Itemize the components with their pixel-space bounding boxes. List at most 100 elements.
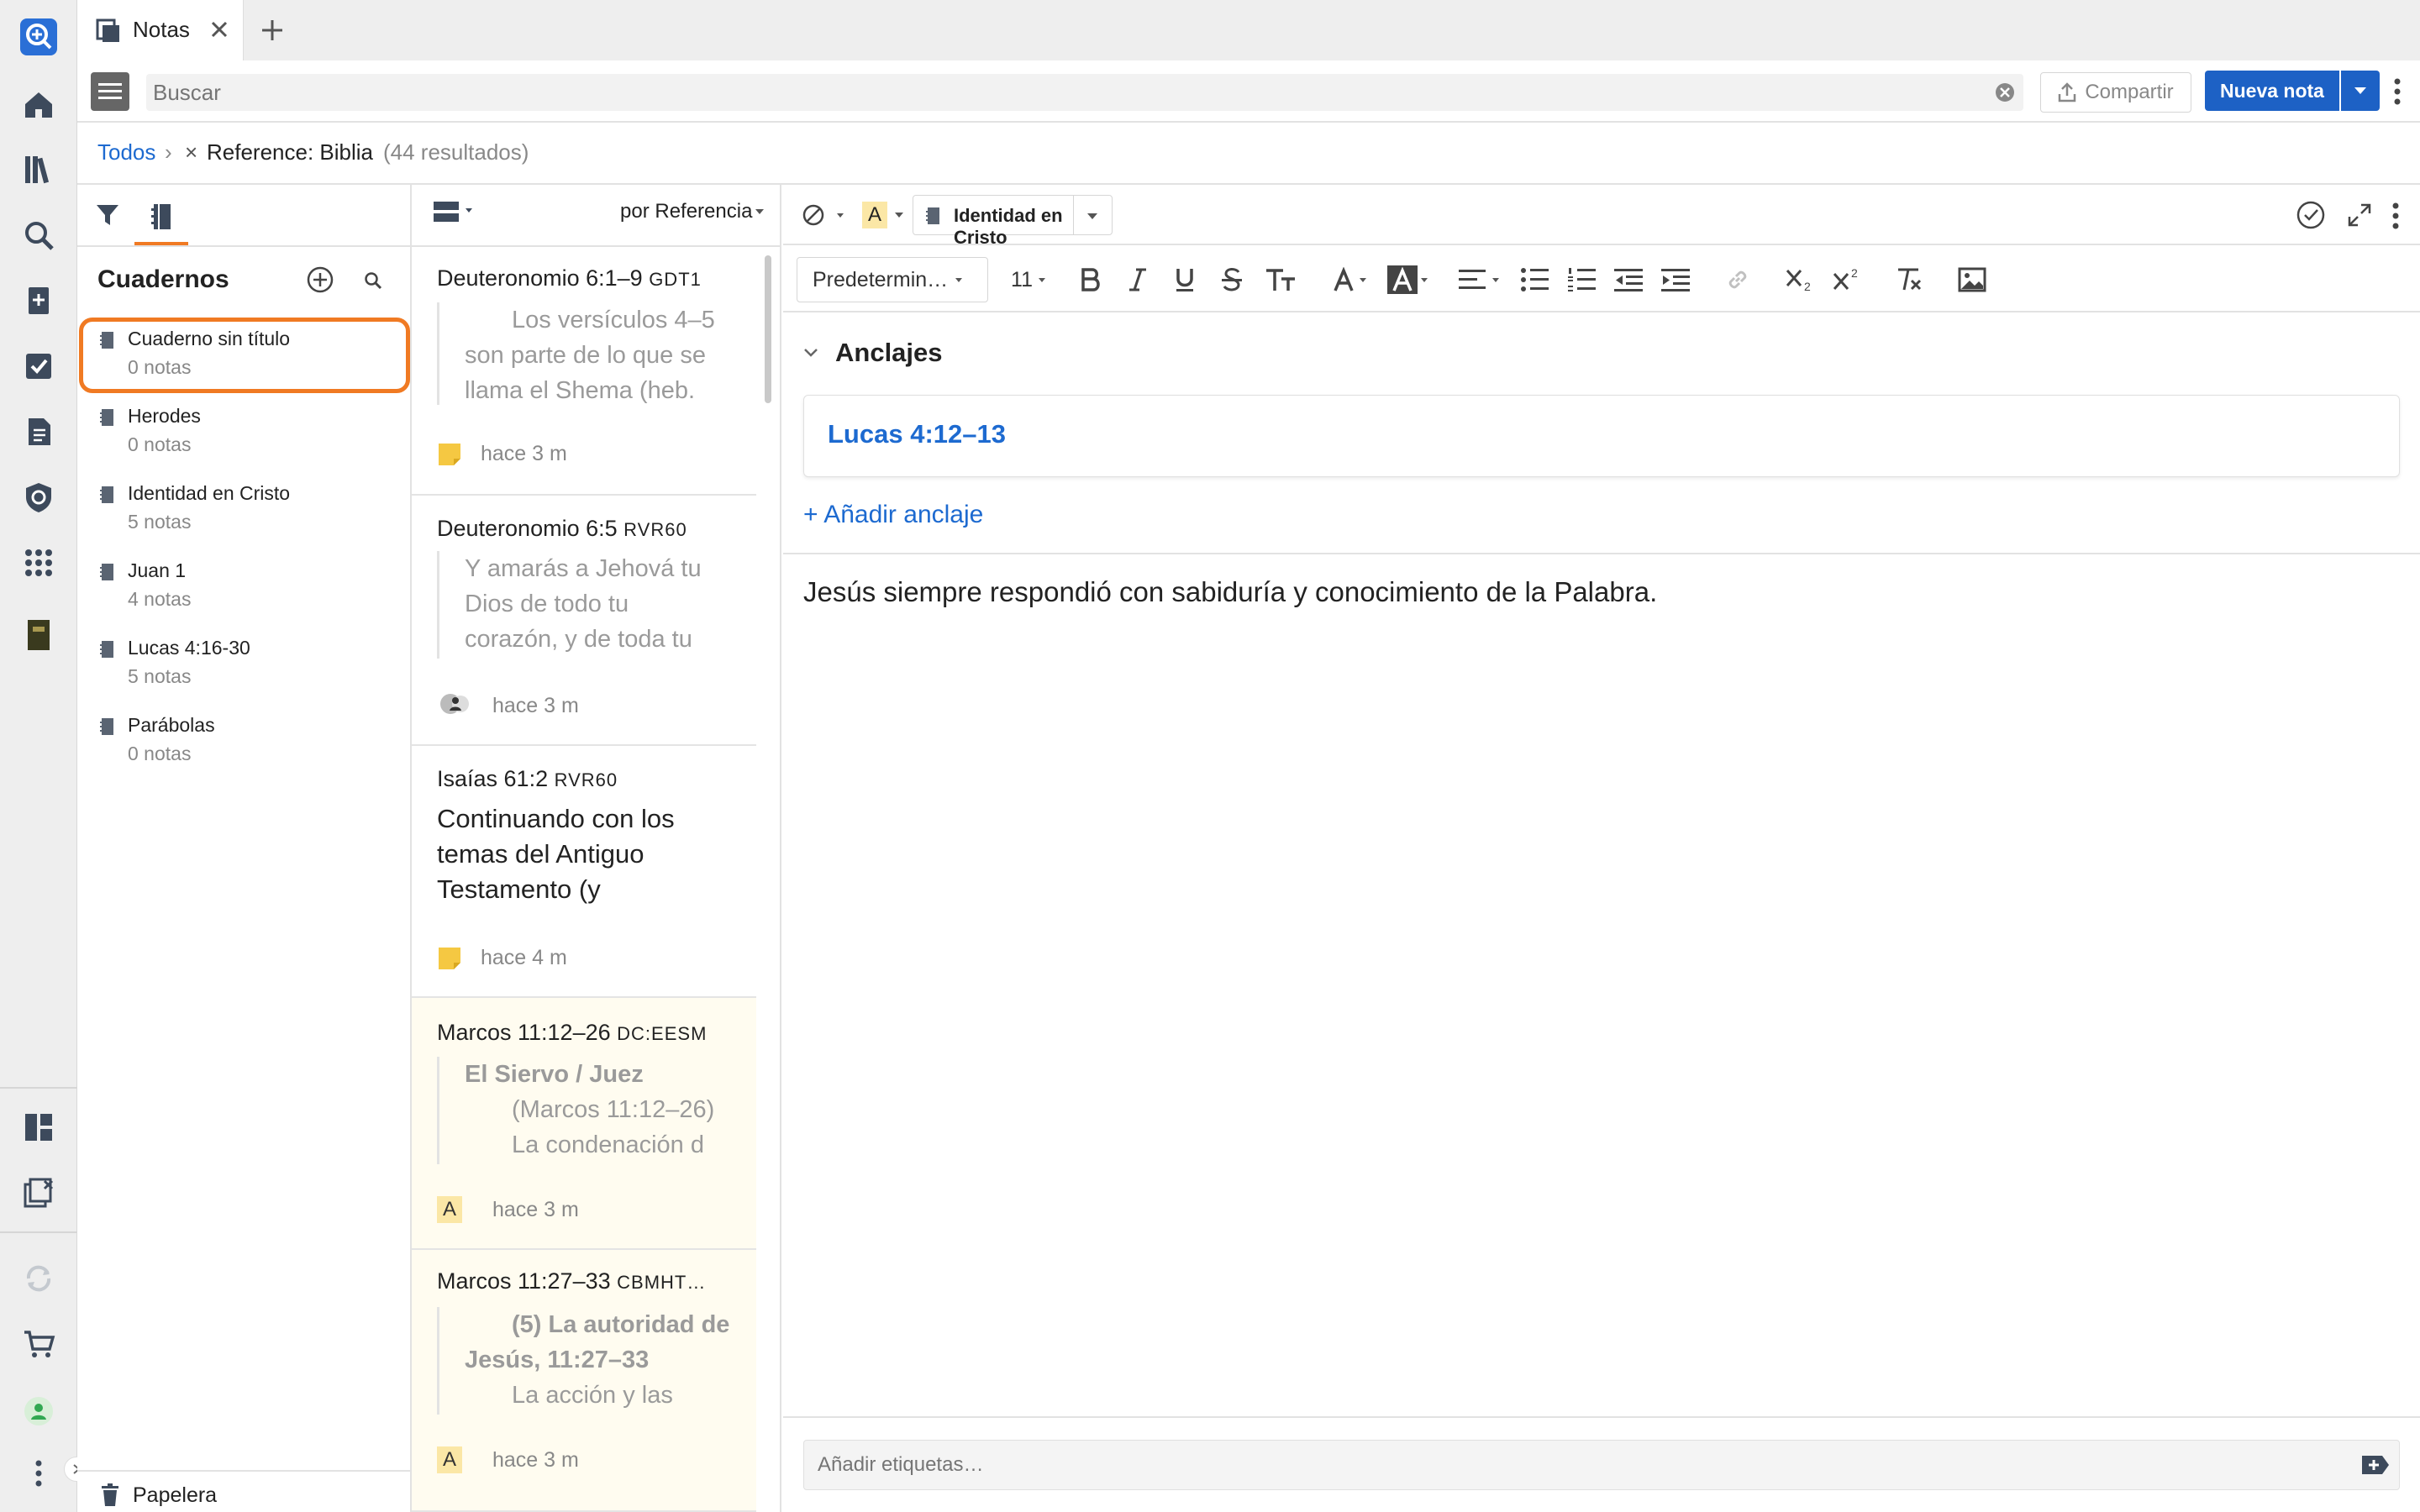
underline-button[interactable] bbox=[1168, 260, 1202, 299]
note-card[interactable]: Marcos 11:12–26 DC:EESM El Siervo / Juez… bbox=[412, 998, 756, 1250]
expand-icon[interactable] bbox=[2348, 203, 2371, 227]
close-tab-icon[interactable] bbox=[208, 18, 230, 40]
remove-filter-icon[interactable]: × bbox=[185, 139, 197, 165]
notebook-icon bbox=[99, 717, 114, 736]
editor-more-icon[interactable] bbox=[2391, 202, 2400, 230]
document-icon[interactable] bbox=[18, 412, 59, 452]
clear-search-icon[interactable] bbox=[1995, 82, 2015, 102]
paragraph-style-select[interactable]: Predetermin… bbox=[797, 257, 988, 302]
done-icon[interactable] bbox=[2296, 200, 2326, 230]
add-document-icon[interactable] bbox=[18, 281, 59, 321]
add-notebook-icon[interactable] bbox=[306, 265, 334, 294]
font-size-select[interactable]: 11 bbox=[1005, 260, 1052, 299]
library-icon[interactable] bbox=[18, 150, 59, 190]
numbered-list-button[interactable] bbox=[1565, 260, 1598, 299]
highlight-color-button[interactable] bbox=[1385, 260, 1432, 299]
version-abbrev: DC:EESM bbox=[617, 1023, 708, 1044]
layout-icon[interactable] bbox=[18, 1107, 59, 1147]
search-icon[interactable] bbox=[18, 215, 59, 255]
insert-image-button[interactable] bbox=[1954, 260, 1990, 299]
notebook-item[interactable]: Parábolas 0 notas bbox=[77, 706, 412, 783]
note-card[interactable]: Isaías 61:2 RVR60 Continuando con los te… bbox=[412, 746, 756, 998]
anchor-card[interactable]: Lucas 4:12–13 bbox=[803, 395, 2400, 477]
notebook-count: 0 notas bbox=[128, 743, 192, 764]
add-anchor-link[interactable]: + Añadir anclaje bbox=[803, 501, 983, 529]
anchor-reference-link[interactable]: Lucas 4:12–13 bbox=[828, 419, 1006, 449]
notebook-name: Juan 1 bbox=[128, 559, 187, 581]
note-excerpt: Y amarás a Jehová tu Dios de todo tu cor… bbox=[437, 551, 731, 659]
search-input[interactable] bbox=[146, 74, 1978, 111]
menu-button[interactable] bbox=[91, 72, 129, 111]
bold-button[interactable] bbox=[1074, 260, 1107, 299]
tab-notes[interactable]: Notas bbox=[77, 0, 244, 60]
logos-app-icon[interactable] bbox=[18, 17, 59, 57]
note-reference: Marcos 11:12–26 DC:EESM bbox=[437, 1020, 708, 1045]
shield-icon[interactable] bbox=[18, 477, 59, 517]
text-case-icon bbox=[1266, 269, 1295, 291]
note-reference: Deuteronomio 6:5 RVR60 bbox=[437, 516, 687, 541]
notebook-item[interactable]: Juan 1 4 notas bbox=[77, 551, 412, 628]
text-color-icon bbox=[1334, 267, 1366, 291]
note-card[interactable]: Deuteronomio 6:5 RVR60 Y amarás a Jehová… bbox=[412, 496, 756, 746]
clear-style-button[interactable] bbox=[802, 202, 849, 228]
indent-button[interactable] bbox=[1659, 260, 1692, 299]
scrollbar-thumb[interactable] bbox=[765, 255, 771, 403]
filter-tab[interactable] bbox=[86, 192, 129, 239]
home-icon[interactable] bbox=[18, 84, 59, 124]
book-cover-icon[interactable] bbox=[18, 615, 59, 655]
strikethrough-button[interactable] bbox=[1215, 260, 1249, 299]
more-options-icon[interactable] bbox=[2393, 77, 2402, 106]
sort-select[interactable]: por Referencia bbox=[620, 200, 752, 223]
text-color-button[interactable] bbox=[1329, 260, 1375, 299]
trash-label: Papelera bbox=[133, 1483, 218, 1507]
note-time: hace 3 m bbox=[481, 442, 567, 465]
notebook-select-label: Identidad en Cristo bbox=[954, 205, 1063, 248]
text-case-button[interactable] bbox=[1260, 260, 1302, 299]
outdent-button[interactable] bbox=[1612, 260, 1645, 299]
note-body[interactable]: Jesús siempre respondió con sabiduría y … bbox=[803, 576, 1657, 608]
tags-input[interactable] bbox=[818, 1441, 2330, 1489]
share-button[interactable]: Compartir bbox=[2040, 72, 2191, 113]
more-vertical-icon[interactable] bbox=[18, 1453, 59, 1494]
new-note-dropdown[interactable] bbox=[2341, 71, 2380, 111]
notebook-name: Parábolas bbox=[128, 714, 215, 736]
clear-format-button[interactable] bbox=[1892, 260, 1926, 299]
note-excerpt: El Siervo / Juez (Marcos 11:12–26) La co… bbox=[437, 1057, 731, 1164]
bullet-list-button[interactable] bbox=[1518, 260, 1551, 299]
anchors-title: Anclajes bbox=[835, 338, 943, 367]
shared-user-icon bbox=[440, 694, 469, 714]
superscript-button[interactable]: 2 bbox=[1830, 260, 1865, 299]
view-mode-toggle[interactable] bbox=[434, 198, 476, 228]
image-icon bbox=[1958, 267, 1986, 292]
align-button[interactable] bbox=[1457, 260, 1504, 299]
sync-icon[interactable] bbox=[18, 1258, 59, 1299]
new-note-button[interactable]: Nueva nota bbox=[2205, 71, 2339, 111]
close-panels-icon[interactable] bbox=[18, 1173, 59, 1213]
chevron-down-icon bbox=[955, 277, 963, 282]
checklist-icon[interactable] bbox=[18, 346, 59, 386]
apps-grid-icon[interactable] bbox=[18, 543, 59, 583]
subscript-button[interactable]: 2 bbox=[1783, 260, 1818, 299]
clear-format-icon bbox=[1898, 268, 1922, 291]
link-button[interactable] bbox=[1721, 260, 1754, 299]
notebook-item[interactable]: Herodes 0 notas bbox=[77, 396, 412, 474]
cart-icon[interactable] bbox=[18, 1324, 59, 1364]
chevron-right-icon: › bbox=[165, 139, 172, 165]
highlight-style-button[interactable]: A bbox=[862, 200, 913, 230]
search-notebooks-icon[interactable] bbox=[363, 270, 383, 291]
trash-button[interactable]: Papelera bbox=[101, 1480, 269, 1510]
notebook-item[interactable]: Lucas 4:16-30 5 notas bbox=[77, 628, 412, 706]
notebook-select[interactable]: Identidad en Cristo bbox=[913, 195, 1113, 248]
note-card[interactable]: Marcos 11:27–33 CBMHT… (5) La autoridad … bbox=[412, 1250, 756, 1512]
notebooks-tab[interactable] bbox=[134, 192, 188, 245]
notebook-name: Lucas 4:16-30 bbox=[128, 637, 250, 659]
user-avatar-icon[interactable] bbox=[18, 1391, 59, 1431]
notebook-item[interactable]: Identidad en Cristo 5 notas bbox=[77, 474, 412, 551]
new-tab-icon[interactable] bbox=[257, 15, 287, 45]
breadcrumb-all[interactable]: Todos bbox=[97, 139, 155, 165]
add-tag-icon[interactable] bbox=[2360, 1452, 2391, 1478]
note-card[interactable]: Deuteronomio 6:1–9 GDT1 Los versículos 4… bbox=[412, 247, 756, 496]
notebook-panel: Cuadernos Cuaderno sin título 0 notas He… bbox=[77, 185, 412, 1512]
italic-button[interactable] bbox=[1121, 260, 1155, 299]
collapse-chevron-icon[interactable] bbox=[803, 348, 818, 358]
